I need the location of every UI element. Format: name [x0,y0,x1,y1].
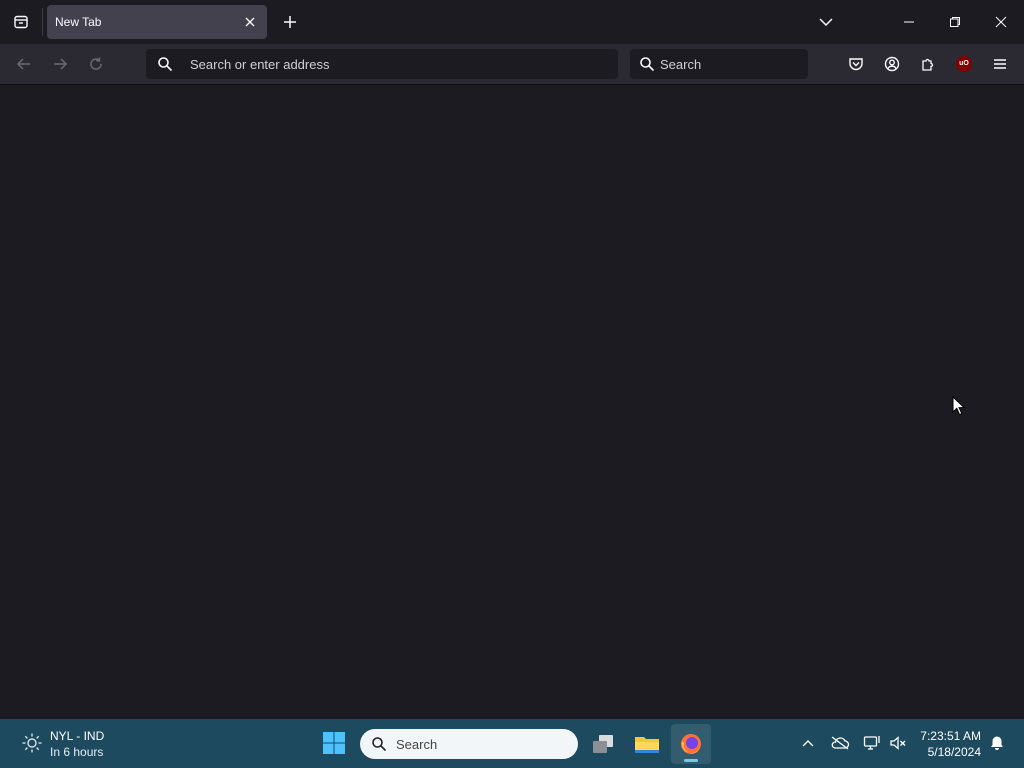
pocket-icon[interactable] [840,48,872,80]
clock-date[interactable]: 5/18/2024 [900,745,981,759]
firefox-view-icon[interactable] [0,0,42,44]
weather-widget-icon[interactable] [20,731,44,755]
address-bar[interactable] [146,49,618,79]
reload-icon[interactable] [80,48,112,80]
onedrive-cloud-icon[interactable] [828,731,852,755]
taskbar-search-box[interactable]: Search [360,729,578,759]
forward-arrow-icon[interactable] [44,48,76,80]
extensions-puzzle-icon[interactable] [912,48,944,80]
back-arrow-icon[interactable] [8,48,40,80]
browser-titlebar: New Tab [0,0,1024,44]
task-view-icon[interactable] [583,724,623,764]
close-window-button[interactable] [982,0,1020,44]
taskbar-search-label: Search [396,737,438,752]
network-monitor-icon[interactable] [860,731,884,755]
new-tab-button[interactable] [277,9,303,35]
ublock-origin-icon[interactable]: uO [948,48,980,80]
weather-subtitle[interactable]: In 6 hours [50,745,103,759]
hamburger-menu-icon[interactable] [984,48,1016,80]
file-explorer-icon[interactable] [627,724,667,764]
search-bar[interactable] [630,49,808,79]
tab-new-tab[interactable]: New Tab [47,5,267,39]
search-icon [156,55,174,73]
page-content[interactable] [0,85,1024,719]
restore-window-button[interactable] [936,0,974,44]
list-all-tabs-chevron-down-icon[interactable] [810,6,842,38]
search-icon [370,735,388,753]
account-icon[interactable] [876,48,908,80]
firefox-taskbar-icon[interactable] [671,724,711,764]
tab-title: New Tab [55,15,102,29]
notification-bell-icon[interactable] [985,731,1009,755]
search-icon [638,55,656,73]
clock-time[interactable]: 7:23:51 AM [900,729,981,743]
mouse-cursor-icon [952,395,966,416]
chevron-up-icon[interactable] [796,731,820,755]
minimize-window-button[interactable] [890,0,928,44]
windows-start-icon[interactable] [320,729,348,757]
close-tab-icon[interactable] [239,11,261,33]
search-input[interactable] [660,49,800,79]
weather-title[interactable]: NYL - IND [50,729,104,743]
active-app-indicator [684,759,698,762]
windows-taskbar: NYL - IND In 6 hours Search 7:23:51 AM 5… [0,719,1024,768]
tab-separator [42,8,43,36]
navigation-toolbar: uO [0,44,1024,85]
ublock-badge-label: uO [956,56,972,72]
address-input[interactable] [190,49,610,79]
